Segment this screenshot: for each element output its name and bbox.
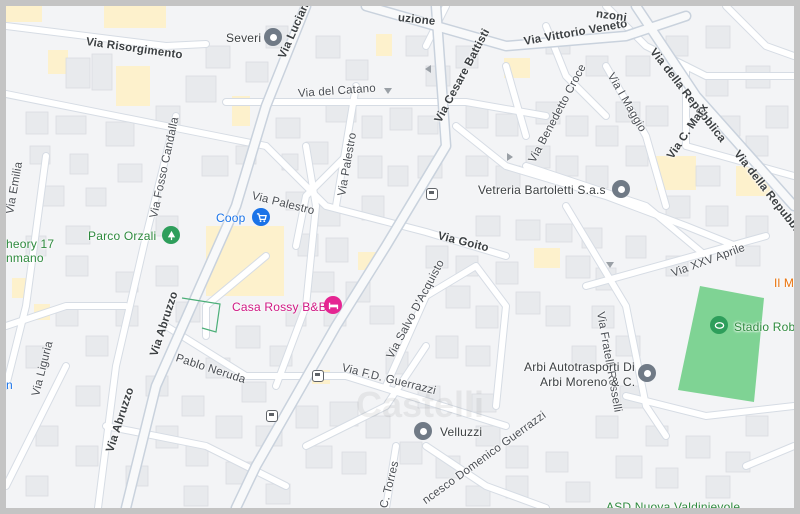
- one-way-arrow: [425, 65, 431, 73]
- bus-stop-icon[interactable]: [426, 188, 438, 200]
- poi-label-arbi-line1[interactable]: Arbi Autotrasporti Di: [524, 360, 635, 374]
- hotel-bed-icon[interactable]: [324, 296, 342, 314]
- poi-label-theory-line2[interactable]: nmano: [6, 251, 44, 265]
- poi-label-velluzzi[interactable]: Velluzzi: [440, 425, 482, 439]
- poi-label-parco-orzali[interactable]: Parco Orzali: [88, 229, 156, 243]
- velluzzi-pin-icon[interactable]: [414, 422, 432, 440]
- tree-icon[interactable]: [162, 226, 180, 244]
- shopping-cart-icon[interactable]: [252, 208, 270, 226]
- poi-label-theory-line1[interactable]: heory 17: [6, 237, 54, 251]
- stadium-icon[interactable]: [710, 316, 728, 334]
- poi-label-left-n[interactable]: n: [6, 378, 13, 392]
- stadium-park[interactable]: [678, 286, 764, 402]
- vetreria-pin-icon[interactable]: [612, 180, 630, 198]
- bus-stop-icon[interactable]: [266, 410, 278, 422]
- poi-label-casa-rossy[interactable]: Casa Rossy B&B: [232, 300, 327, 314]
- bus-stop-icon[interactable]: [312, 370, 324, 382]
- poi-label-stadio[interactable]: Stadio Rob: [734, 320, 794, 334]
- poi-label-severi[interactable]: Severi: [226, 31, 261, 45]
- poi-label-vetreria[interactable]: Vetreria Bartoletti S.a.s: [478, 183, 606, 197]
- poi-label-coop[interactable]: Coop: [216, 211, 246, 225]
- severi-pin-icon[interactable]: [264, 28, 282, 46]
- poi-label-arbi-line2[interactable]: Arbi Moreno & C.: [540, 375, 635, 389]
- one-way-arrow: [507, 153, 513, 161]
- map-frame: Castelli Via Risorgimento Via Luciano La…: [0, 0, 800, 514]
- one-way-arrow: [384, 88, 392, 94]
- one-way-arrow: [606, 262, 614, 268]
- poi-label-right-edge[interactable]: Il M: [774, 276, 794, 290]
- arbi-pin-icon[interactable]: [638, 364, 656, 382]
- poi-label-bottom-right[interactable]: ASD Nuova Valdinievole: [606, 500, 740, 508]
